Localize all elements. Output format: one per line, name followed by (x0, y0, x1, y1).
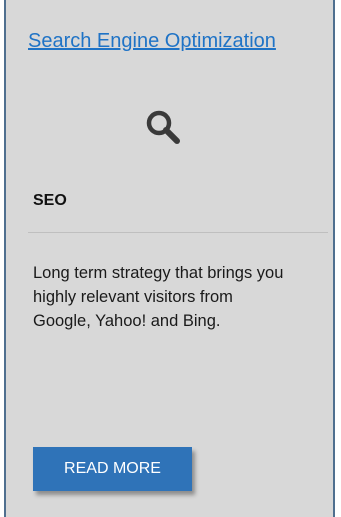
card-heading: SEO (33, 192, 67, 209)
service-card: Search Engine Optimization SEO Long term… (4, 0, 335, 517)
read-more-button[interactable]: READ MORE (33, 447, 192, 491)
divider (28, 232, 328, 233)
search-icon (144, 108, 184, 148)
search-engine-optimization-link[interactable]: Search Engine Optimization (28, 30, 276, 53)
card-description: Long term strategy that brings you highl… (33, 264, 284, 330)
